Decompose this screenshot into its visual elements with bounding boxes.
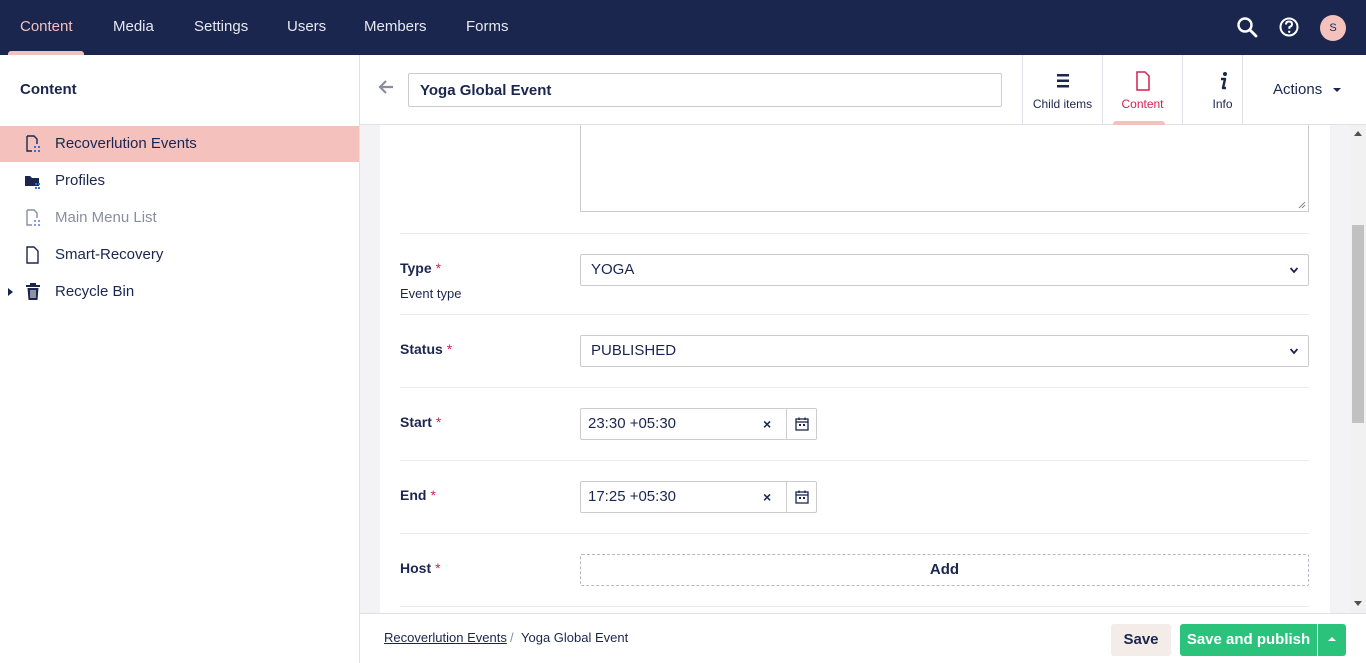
tree-item-label: Recycle Bin xyxy=(55,283,135,300)
actions-dropdown[interactable]: Actions xyxy=(1242,55,1366,125)
tree-item-recycle-bin[interactable]: Recycle Bin xyxy=(0,274,359,310)
expand-caret-icon[interactable] xyxy=(8,288,13,296)
properties-panel: Type * Event type YOGA Status * PUBLISHED … xyxy=(380,125,1330,613)
chevron-down-icon xyxy=(1290,267,1298,274)
start-label: Start * xyxy=(400,414,441,430)
start-calendar-button[interactable] xyxy=(786,409,817,439)
user-avatar[interactable]: S xyxy=(1320,15,1346,41)
end-date-input[interactable]: 17:25 +05:30 xyxy=(588,482,676,512)
status-select[interactable]: PUBLISHED xyxy=(580,335,1309,367)
editor-footer: Recoverlution Events / Yoga Global Event… xyxy=(360,613,1366,663)
sidebar-title: Content xyxy=(20,81,77,98)
required-mark: * xyxy=(435,560,441,576)
save-and-publish-button[interactable]: Save and publish xyxy=(1180,624,1317,656)
status-label-text: Status xyxy=(400,341,443,357)
breadcrumb-separator: / xyxy=(510,630,514,645)
search-icon[interactable] xyxy=(1236,16,1258,38)
scroll-down-arrow-icon[interactable] xyxy=(1354,601,1362,606)
app-child-items[interactable]: Child items xyxy=(1022,55,1102,125)
info-icon xyxy=(1221,72,1227,90)
breadcrumb-link[interactable]: Recoverlution Events xyxy=(384,630,507,645)
property-divider xyxy=(400,460,1309,461)
required-mark: * xyxy=(435,414,442,430)
content-scrollbar[interactable] xyxy=(1350,125,1366,613)
end-label: End * xyxy=(400,487,436,503)
nav-content[interactable]: Content xyxy=(20,0,73,55)
folder-icon xyxy=(25,176,40,189)
status-select-value: PUBLISHED xyxy=(591,342,677,359)
end-date-picker: 17:25 +05:30 × xyxy=(580,481,817,513)
actions-label: Actions xyxy=(1273,81,1323,98)
node-name-input[interactable] xyxy=(408,73,1002,107)
breadcrumb-current: Yoga Global Event xyxy=(521,630,629,645)
back-arrow-icon[interactable] xyxy=(378,79,394,95)
host-label: Host * xyxy=(400,560,441,576)
tree-item-main-menu-list[interactable]: Main Menu List xyxy=(0,200,359,236)
tree-item-profiles[interactable]: Profiles xyxy=(0,163,359,199)
type-label: Type * xyxy=(400,260,441,276)
property-divider xyxy=(400,606,1309,607)
help-icon[interactable] xyxy=(1278,16,1300,38)
caret-down-icon xyxy=(1333,88,1341,92)
type-select-value: YOGA xyxy=(591,261,635,278)
content-tree-sidebar: Content Recoverlution Events Profiles Ma… xyxy=(0,55,360,663)
nav-users[interactable]: Users xyxy=(287,0,326,55)
required-mark: * xyxy=(446,341,453,357)
property-divider xyxy=(400,387,1309,388)
nav-members[interactable]: Members xyxy=(364,0,427,55)
status-label: Status * xyxy=(400,341,452,357)
tree-item-smart-recovery[interactable]: Smart-Recovery xyxy=(0,237,359,273)
app-label: Content xyxy=(1121,97,1164,111)
document-list-icon xyxy=(26,135,40,152)
save-button[interactable]: Save xyxy=(1111,624,1171,656)
end-label-text: End xyxy=(400,487,427,503)
start-date-picker: 23:30 +05:30 × xyxy=(580,408,817,440)
resize-handle-icon[interactable] xyxy=(1298,201,1306,209)
host-label-text: Host xyxy=(400,560,432,576)
list-icon xyxy=(1057,74,1069,88)
editor-header: Child items Content Info Actions xyxy=(360,55,1366,125)
tree-item-recoverlution-events[interactable]: Recoverlution Events xyxy=(0,126,359,162)
clear-start-button[interactable]: × xyxy=(763,416,771,432)
calendar-icon xyxy=(795,490,809,504)
caret-up-icon xyxy=(1328,637,1336,641)
textarea-field[interactable] xyxy=(580,125,1309,212)
calendar-icon xyxy=(795,417,809,431)
document-icon xyxy=(1136,71,1150,91)
document-list-icon xyxy=(26,209,40,226)
scroll-up-arrow-icon[interactable] xyxy=(1354,131,1362,136)
type-select[interactable]: YOGA xyxy=(580,254,1309,286)
app-label: Child items xyxy=(1032,97,1093,111)
tree-item-label: Profiles xyxy=(55,172,106,189)
trash-icon xyxy=(26,283,40,300)
property-divider xyxy=(400,233,1309,234)
clear-end-button[interactable]: × xyxy=(763,489,771,505)
property-divider xyxy=(400,314,1309,315)
end-calendar-button[interactable] xyxy=(786,482,817,512)
scroll-thumb[interactable] xyxy=(1352,225,1364,423)
property-divider xyxy=(400,533,1309,534)
chevron-down-icon xyxy=(1290,348,1298,355)
nav-media[interactable]: Media xyxy=(113,0,154,55)
nav-settings[interactable]: Settings xyxy=(194,0,248,55)
start-label-text: Start xyxy=(400,414,432,430)
type-label-text: Type xyxy=(400,260,432,276)
required-mark: * xyxy=(430,487,436,503)
required-mark: * xyxy=(435,260,442,276)
publish-options-button[interactable] xyxy=(1318,624,1346,656)
start-date-input[interactable]: 23:30 +05:30 xyxy=(588,409,676,439)
host-add-button[interactable]: Add xyxy=(580,554,1309,586)
document-icon xyxy=(26,246,39,264)
tree-item-label: Main Menu List xyxy=(55,209,157,226)
tree-item-label: Smart-Recovery xyxy=(55,246,164,263)
type-description: Event type xyxy=(400,286,462,301)
top-navigation-bar: Content Media Settings Users Members For… xyxy=(0,0,1366,55)
tree-item-label: Recoverlution Events xyxy=(55,135,197,152)
nav-forms[interactable]: Forms xyxy=(466,0,509,55)
app-content[interactable]: Content xyxy=(1102,55,1182,125)
